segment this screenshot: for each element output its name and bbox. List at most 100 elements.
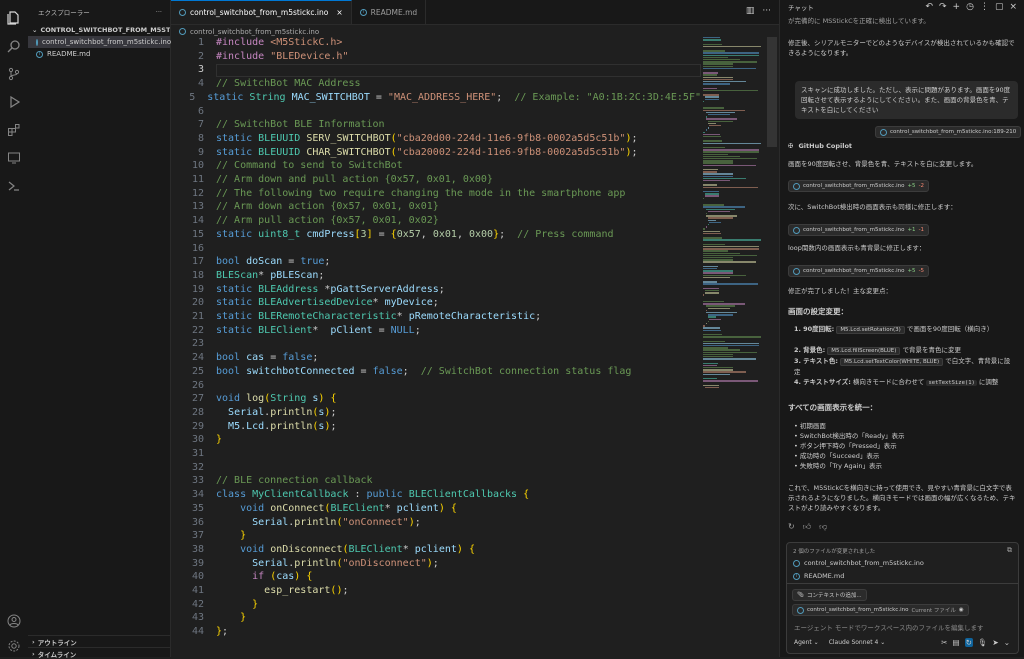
code-line[interactable]: 30} <box>171 434 701 448</box>
retry-icon[interactable]: ↻ <box>788 522 795 532</box>
model-select[interactable]: Claude Sonnet 4 ⌄ <box>829 639 886 646</box>
extensions-icon[interactable] <box>4 120 24 140</box>
code-line[interactable]: 17 bool doScan = true; <box>171 256 701 270</box>
code-line[interactable]: 36 Serial.println("onConnect"); <box>171 517 701 531</box>
thumbs-down-icon[interactable]: 👎︎ <box>819 522 827 532</box>
code-line[interactable]: 44}; <box>171 626 701 640</box>
code-line[interactable]: 10 // Command to send to SwitchBot <box>171 160 701 174</box>
tab-readme[interactable]: i README.md <box>352 0 427 24</box>
code-line[interactable]: 18 BLEScan* pBLEScan; <box>171 270 701 284</box>
code-line[interactable]: 7 // SwitchBot BLE Information <box>171 119 701 133</box>
minimap[interactable] <box>701 37 769 657</box>
send-icon[interactable]: ➤ <box>992 638 998 647</box>
code-line[interactable]: 3 <box>171 64 701 78</box>
chat-input[interactable]: エージェント モードでワークスペース内のファイルを編集します <box>794 622 983 632</box>
undo-icon[interactable]: ↶ <box>925 2 933 12</box>
code-line[interactable]: 13 // Arm down action {0x57, 0x01, 0x01} <box>171 201 701 215</box>
code-ref[interactable]: M5.Lcd.setTextColor(WHITE, BLUE) <box>840 358 944 366</box>
split-editor-icon[interactable]: ▥ <box>746 6 755 16</box>
code-line[interactable]: 26 <box>171 380 701 394</box>
copilot-icon[interactable] <box>4 176 24 196</box>
workspace-folder[interactable]: ⌄ CONTROL_SWITCHBOT_FROM_M5STICKC_INO <box>28 24 170 36</box>
timeline-section[interactable]: › タイムライン <box>28 647 170 659</box>
code-line[interactable]: 22 static BLEClient* pClient = NULL; <box>171 325 701 339</box>
code-line[interactable]: 28 Serial.println(s); <box>171 407 701 421</box>
code-line[interactable]: 15 static uint8_t cmdPress[3] = {0x57, 0x… <box>171 229 701 243</box>
more-actions-icon[interactable]: ⋮ <box>980 2 989 12</box>
search-icon[interactable] <box>4 36 24 56</box>
code-line[interactable]: 9 static BLEUUID CHAR_SWITCHBOT("cba20002… <box>171 147 701 161</box>
code-line[interactable]: 2 #include "BLEDevice.h" <box>171 51 701 65</box>
code-line[interactable]: 40 if (cas) { <box>171 571 701 585</box>
changed-file-item[interactable]: control_switchbot_from_m5stickc.ino <box>793 559 924 567</box>
run-debug-icon[interactable] <box>4 92 24 112</box>
code-ref[interactable]: M5.Lcd.fillScreen(BLUE) <box>827 347 901 355</box>
code-line[interactable]: 21 static BLERemoteCharacteristic* pRemot… <box>171 311 701 325</box>
code-line[interactable]: 38 void onDisconnect(BLEClient* pclient)… <box>171 544 701 558</box>
code-line[interactable]: 1 #include <M5StickC.h> <box>171 37 701 51</box>
remote-explorer-icon[interactable] <box>4 148 24 168</box>
code-line[interactable]: 32 <box>171 462 701 476</box>
code-line[interactable]: 16 <box>171 243 701 257</box>
outline-section[interactable]: › アウトライン <box>28 635 170 647</box>
thumbs-up-icon[interactable]: 👍︎ <box>803 522 811 532</box>
code-line[interactable]: 8 static BLEUUID SERV_SWITCHBOT("cba20d00… <box>171 133 701 147</box>
editor-scrollbar[interactable] <box>767 37 777 147</box>
add-context-button[interactable]: 📎︎ コンテキストの追加... <box>792 589 867 601</box>
code-line[interactable]: 6 <box>171 106 701 120</box>
account-icon[interactable] <box>4 611 24 631</box>
code-line[interactable]: 25 bool switchbotConnected = false; // Sw… <box>171 366 701 380</box>
new-chat-icon[interactable]: + <box>953 2 961 12</box>
code-line[interactable]: 42 } <box>171 599 701 613</box>
tab-ino[interactable]: control_switchbot_from_m5stickc.ino × <box>171 0 352 24</box>
close-icon[interactable]: × <box>336 8 342 17</box>
attach-icon[interactable]: ▤ <box>952 638 959 647</box>
history-icon[interactable]: ◷ <box>966 2 974 12</box>
user-file-reference[interactable]: control_switchbot_from_m5stickc.ino:189-… <box>875 126 1022 138</box>
tools-icon[interactable]: ✂ <box>941 638 947 647</box>
code-line[interactable]: 33 // BLE connection callback <box>171 475 701 489</box>
files-changed-action-icon[interactable]: ⧉ <box>1007 546 1012 555</box>
code-line[interactable]: 23 <box>171 338 701 352</box>
file-item-ino[interactable]: control_switchbot_from_m5stickc.ino <box>28 36 171 48</box>
chevron-down-icon[interactable]: ⌄ <box>1004 638 1010 647</box>
code-line[interactable]: 37 } <box>171 530 701 544</box>
eye-icon[interactable]: ◉ <box>959 607 964 613</box>
explorer-icon[interactable] <box>4 8 24 28</box>
edit-chip[interactable]: control_switchbot_from_m5stickc.ino +5 -5 <box>788 265 930 277</box>
refresh-icon[interactable]: ↻ <box>964 638 973 647</box>
code-line[interactable]: 14 // Arm pull action {0x57, 0x01, 0x02} <box>171 215 701 229</box>
code-line[interactable]: 41 esp_restart(); <box>171 585 701 599</box>
code-line[interactable]: 34 class MyClientCallback : public BLECli… <box>171 489 701 503</box>
mic-icon[interactable]: 🎙︎ <box>978 638 988 647</box>
maximize-icon[interactable]: ▢ <box>995 2 1004 12</box>
edit-chip[interactable]: control_switchbot_from_m5stickc.ino +5 -2 <box>788 180 930 192</box>
code-line[interactable]: 20 static BLEAdvertisedDevice* myDevice; <box>171 297 701 311</box>
code-editor[interactable]: 1 #include <M5StickC.h> 2 #include "BLEDevi… <box>171 37 701 657</box>
more-actions-icon[interactable]: ··· <box>762 6 771 16</box>
code-line[interactable]: 35 void onConnect(BLEClient* pclient) { <box>171 503 701 517</box>
gear-icon[interactable] <box>4 636 24 656</box>
code-line[interactable]: 31 <box>171 448 701 462</box>
code-line[interactable]: 39 Serial.println("onDisconnect"); <box>171 558 701 572</box>
mode-select[interactable]: Agent ⌄ <box>794 639 819 646</box>
file-item-readme[interactable]: i README.md <box>28 48 170 60</box>
more-actions-icon[interactable]: ··· <box>156 8 162 16</box>
redo-icon[interactable]: ↷ <box>939 2 947 12</box>
code-line[interactable]: 43 } <box>171 612 701 626</box>
changed-file-item[interactable]: i README.md <box>793 572 844 580</box>
code-ref[interactable]: M5.Lcd.setRotation(3) <box>836 326 905 334</box>
current-file-context[interactable]: control_switchbot_from_m5stickc.ino Curre… <box>792 604 969 616</box>
code-line[interactable]: 24 bool cas = false; <box>171 352 701 366</box>
code-line[interactable]: 5 static String MAC_SWITCHBOT = "MAC_ADDR… <box>171 92 701 106</box>
code-line[interactable]: 12 // The following two require changing … <box>171 188 701 202</box>
edit-chip[interactable]: control_switchbot_from_m5stickc.ino +1 -1 <box>788 224 930 236</box>
code-line[interactable]: 19 static BLEAddress *pGattServerAddress; <box>171 284 701 298</box>
code-line[interactable]: 4 // SwitchBot MAC Address <box>171 78 701 92</box>
source-control-icon[interactable] <box>4 64 24 84</box>
code-line[interactable]: 29 M5.Lcd.println(s); <box>171 421 701 435</box>
code-line[interactable]: 11 // Arm down and pull action {0x57, 0x0… <box>171 174 701 188</box>
code-line[interactable]: 27 void log(String s) { <box>171 393 701 407</box>
breadcrumb-file[interactable]: control_switchbot_from_m5stickc.ino <box>190 28 319 36</box>
close-icon[interactable]: × <box>1009 2 1017 12</box>
